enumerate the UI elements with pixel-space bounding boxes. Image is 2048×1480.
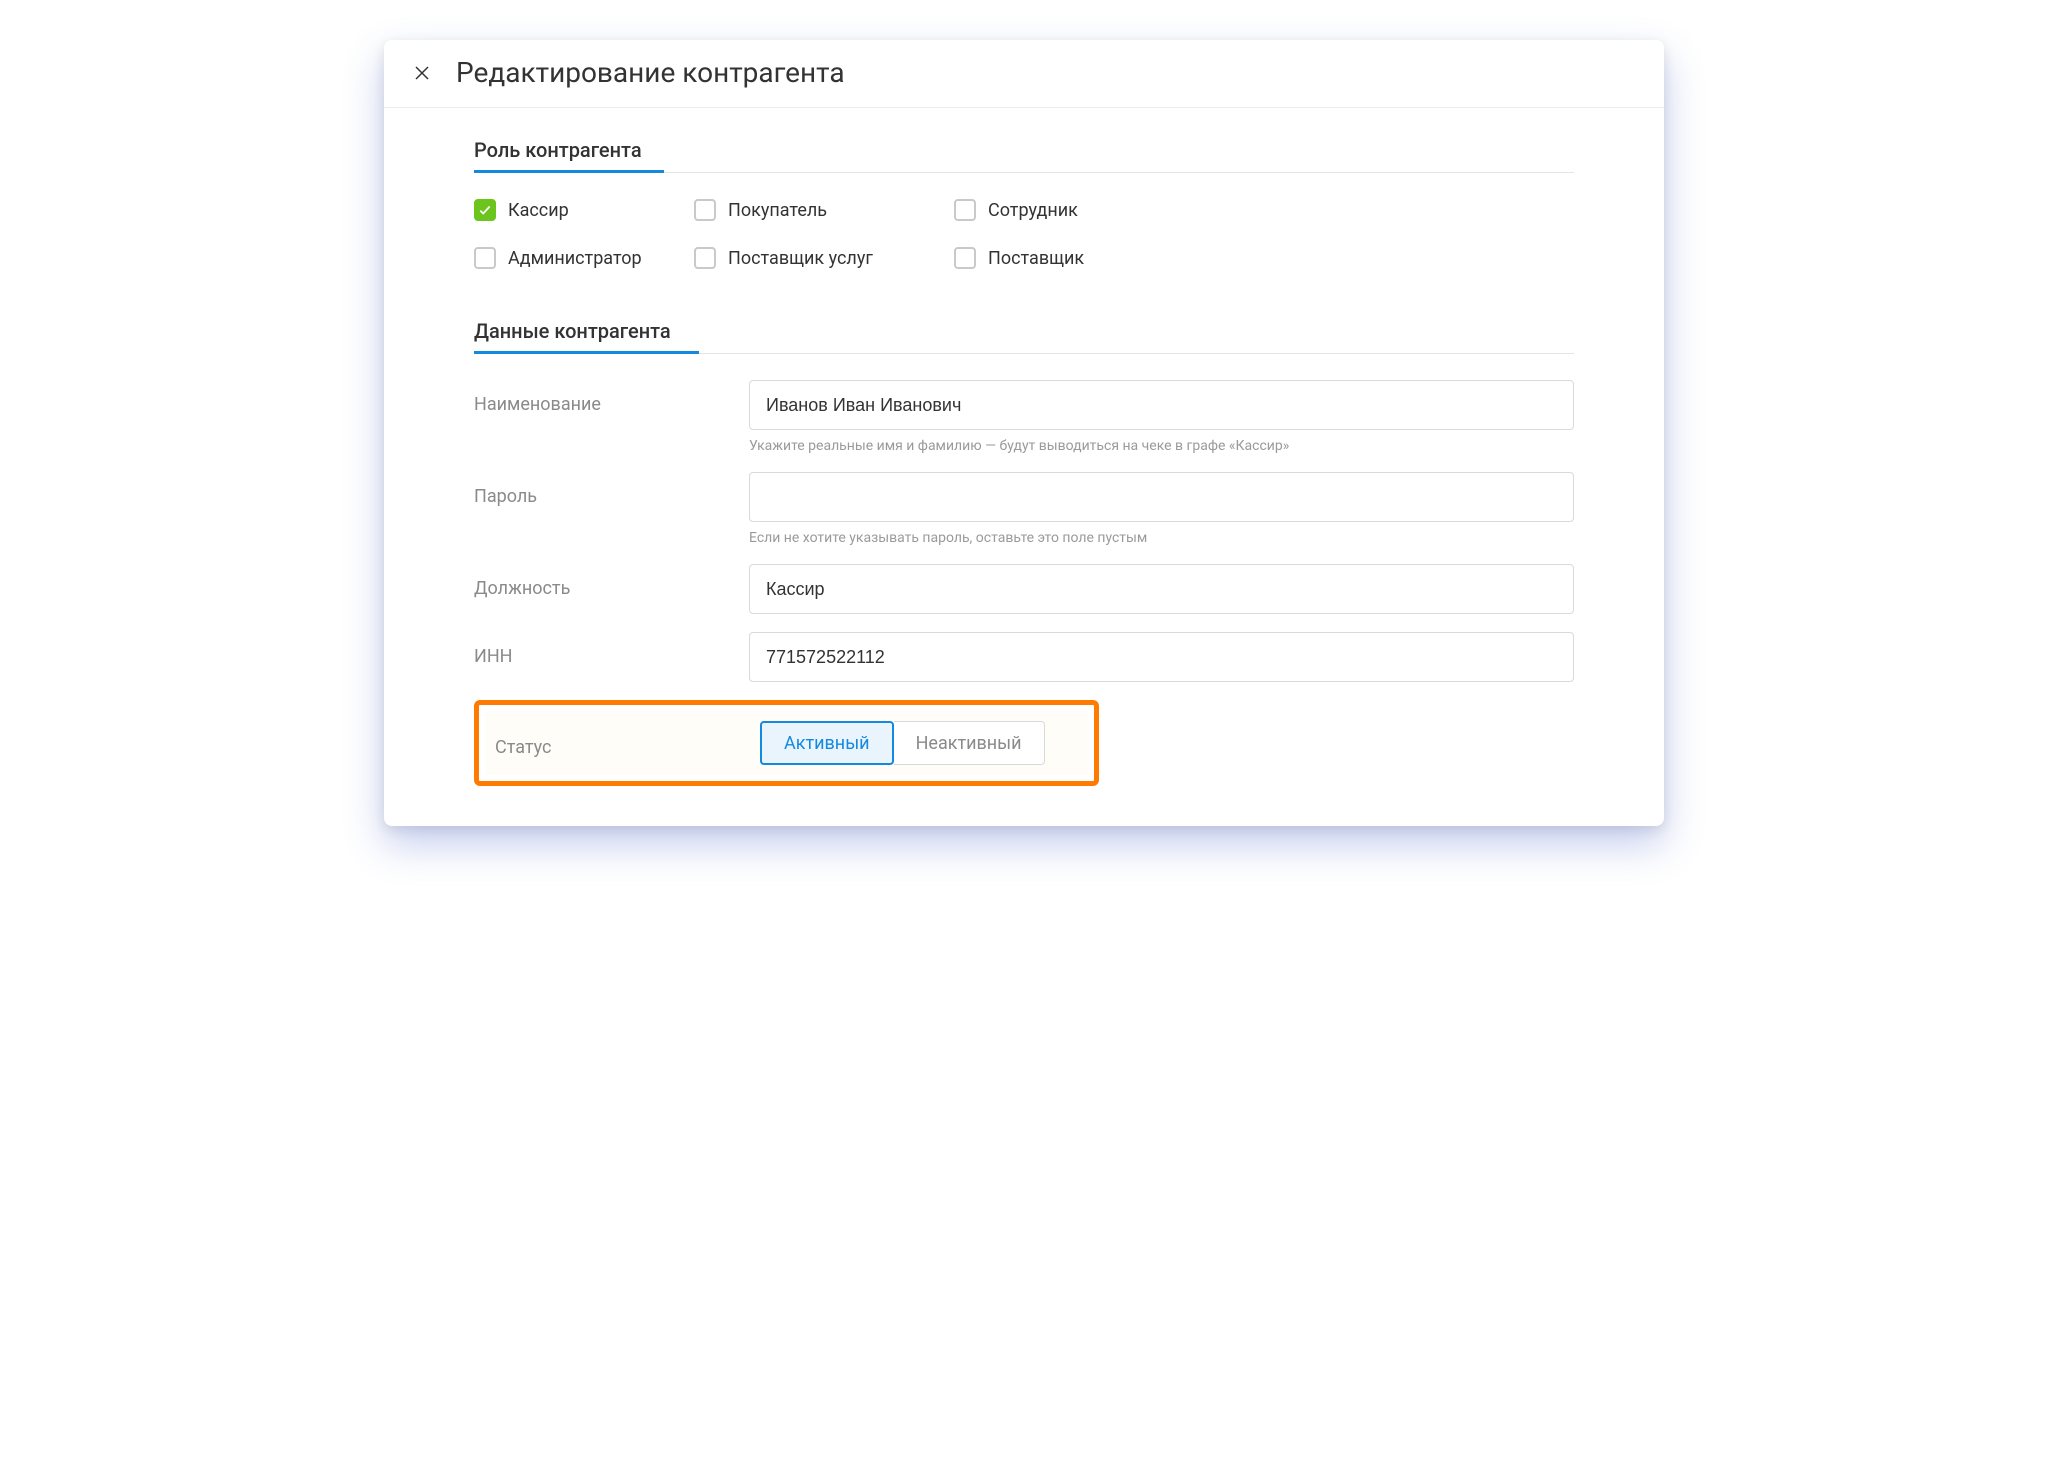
role-label: Администратор — [508, 248, 642, 269]
field-label: Должность — [474, 564, 749, 599]
inn-input[interactable] — [749, 632, 1574, 682]
name-input[interactable] — [749, 380, 1574, 430]
role-service-provider[interactable]: Поставщик услуг — [694, 247, 944, 269]
role-employee[interactable]: Сотрудник — [954, 199, 1174, 221]
section-title-data: Данные контрагента — [474, 319, 1574, 354]
role-buyer[interactable]: Покупатель — [694, 199, 944, 221]
dialog-title: Редактирование контрагента — [456, 56, 845, 89]
checkbox-icon — [694, 247, 716, 269]
field-status: Статус Активный Неактивный — [485, 711, 1088, 775]
field-password: Пароль Если не хотите указывать пароль, … — [474, 472, 1574, 546]
field-hint: Если не хотите указывать пароль, оставьт… — [749, 530, 1574, 546]
status-highlight: Статус Активный Неактивный — [474, 700, 1099, 786]
role-label: Кассир — [508, 200, 569, 221]
field-label: Статус — [495, 729, 760, 758]
checkbox-icon — [474, 247, 496, 269]
role-label: Сотрудник — [988, 200, 1078, 221]
field-hint: Укажите реальные имя и фамилию — будут в… — [749, 438, 1574, 454]
field-name: Наименование Укажите реальные имя и фами… — [474, 380, 1574, 454]
dialog-header: Редактирование контрагента — [384, 40, 1664, 108]
status-inactive-button[interactable]: Неактивный — [894, 721, 1045, 765]
role-label: Поставщик — [988, 248, 1084, 269]
roles-grid: Кассир Покупатель Сотрудник Администрато… — [474, 199, 1574, 269]
edit-counterparty-dialog: Редактирование контрагента Роль контраге… — [384, 40, 1664, 826]
field-inn: ИНН — [474, 632, 1574, 682]
password-input[interactable] — [749, 472, 1574, 522]
dialog-body: Роль контрагента Кассир Покупатель Сотру… — [384, 108, 1664, 826]
role-label: Покупатель — [728, 200, 827, 221]
field-label: ИНН — [474, 632, 749, 667]
field-label: Пароль — [474, 472, 749, 507]
field-position: Должность — [474, 564, 1574, 614]
close-button[interactable] — [408, 59, 436, 87]
checkbox-icon — [694, 199, 716, 221]
position-input[interactable] — [749, 564, 1574, 614]
role-supplier[interactable]: Поставщик — [954, 247, 1174, 269]
status-toggle: Активный Неактивный — [760, 721, 1045, 765]
field-label: Наименование — [474, 380, 749, 415]
role-cashier[interactable]: Кассир — [474, 199, 684, 221]
checkbox-icon — [474, 199, 496, 221]
role-label: Поставщик услуг — [728, 248, 873, 269]
close-icon — [413, 64, 431, 82]
section-title-role: Роль контрагента — [474, 138, 1574, 173]
status-active-button[interactable]: Активный — [760, 721, 894, 765]
checkbox-icon — [954, 247, 976, 269]
checkbox-icon — [954, 199, 976, 221]
role-admin[interactable]: Администратор — [474, 247, 684, 269]
